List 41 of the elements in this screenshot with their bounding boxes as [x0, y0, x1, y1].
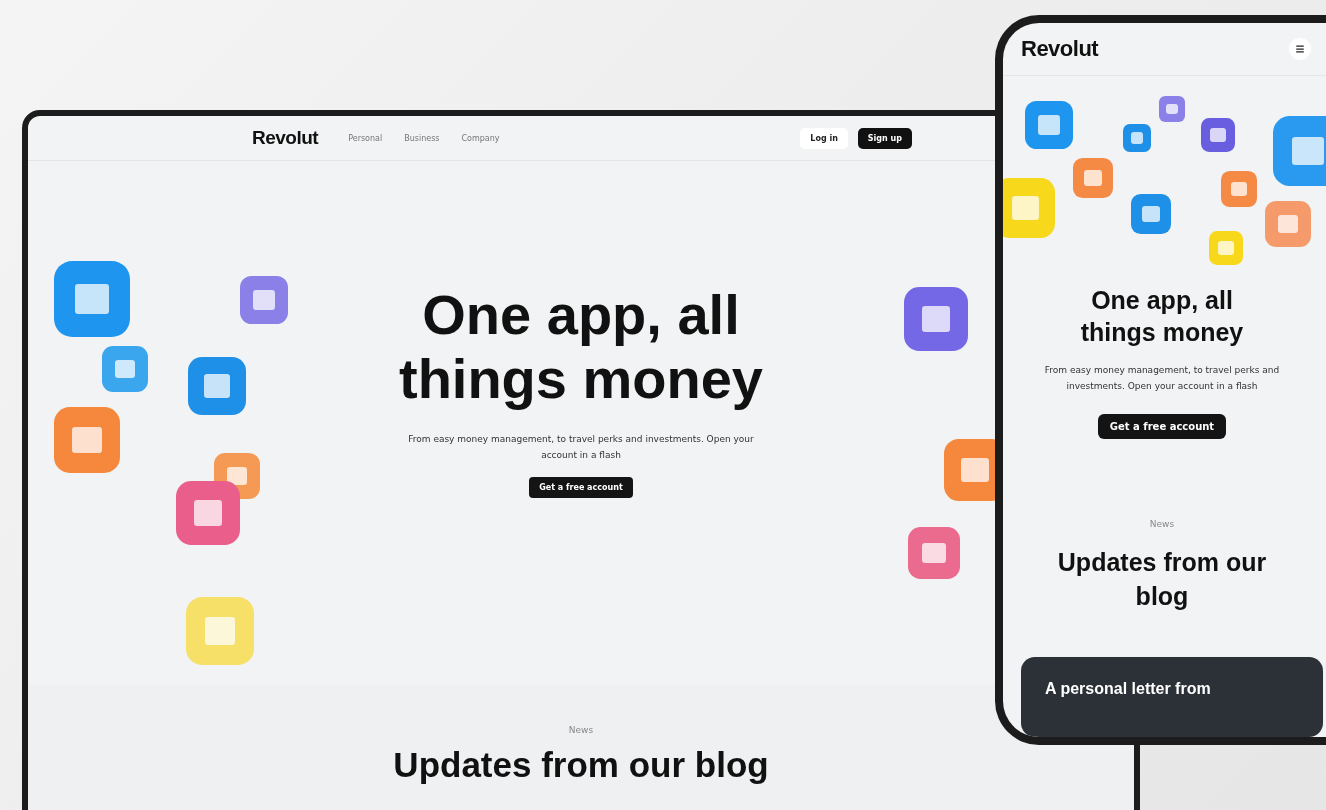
- get-account-button[interactable]: Get a free account: [1097, 414, 1227, 439]
- nav-link[interactable]: Personal: [348, 133, 383, 143]
- hero-subtitle: From easy money management, to travel perks and investments. Open your account in a flash: [407, 433, 755, 462]
- app-tile-icon: [1123, 124, 1151, 152]
- app-tile-icon: [240, 276, 288, 324]
- app-tile-icon: [1131, 194, 1171, 234]
- app-tile-icon: [1201, 118, 1235, 152]
- app-tile-icon: [1159, 96, 1185, 122]
- app-tile-icon: [1025, 101, 1073, 149]
- app-tile-icon: [54, 407, 120, 473]
- app-tile-icon: [1073, 158, 1113, 198]
- login-button[interactable]: Log in: [800, 127, 848, 149]
- app-tile-icon: [102, 346, 148, 392]
- app-tile-icon: [1265, 201, 1311, 247]
- get-account-button[interactable]: Get a free account: [529, 477, 633, 498]
- section-title: Updates from our blog: [393, 745, 769, 785]
- app-tile-icon: [188, 357, 246, 415]
- app-tile-icon: [904, 287, 968, 351]
- menu-button[interactable]: [1289, 38, 1311, 60]
- hero-title: One app, all things money: [1079, 285, 1245, 348]
- app-tile-icon: [908, 527, 960, 579]
- nav-link[interactable]: Company: [461, 133, 500, 143]
- card-title: A personal letter from: [1045, 680, 1211, 697]
- signup-button[interactable]: Sign up: [857, 127, 912, 149]
- hero-title: One app, all things money: [398, 283, 764, 411]
- nav-link[interactable]: Business: [404, 133, 440, 143]
- app-tile-icon: [186, 597, 254, 665]
- section-title: Updates from our blog: [1056, 547, 1268, 612]
- app-tile-icon: [1221, 171, 1257, 207]
- logo[interactable]: Revolut: [252, 127, 319, 149]
- section-eyebrow: News: [568, 725, 594, 735]
- app-tile-icon: [1273, 116, 1326, 186]
- app-tile-icon: [54, 261, 130, 337]
- app-tile-icon: [1209, 231, 1243, 265]
- app-tile-icon: [176, 481, 240, 545]
- blog-card[interactable]: A personal letter from: [1021, 657, 1323, 737]
- hero-subtitle: From easy money management, to travel perks and investments. Open your account in a flash: [1043, 364, 1281, 393]
- app-tile-icon: [1003, 178, 1055, 238]
- section-eyebrow: News: [1149, 519, 1175, 529]
- logo[interactable]: Revolut: [1021, 36, 1099, 62]
- menu-icon: [1295, 44, 1305, 54]
